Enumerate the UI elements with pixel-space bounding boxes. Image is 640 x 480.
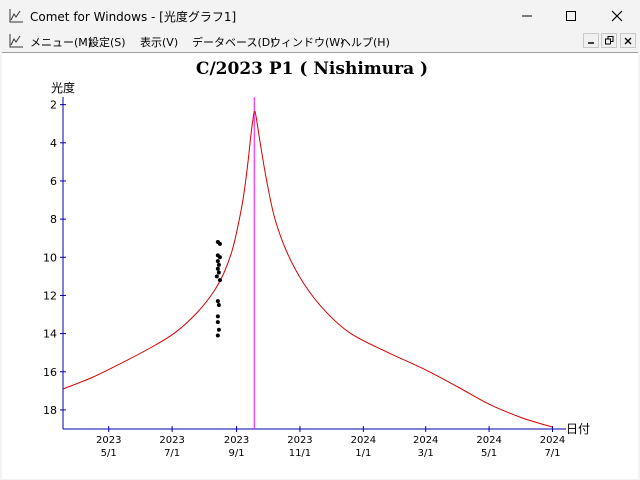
- x-tick-monthday: 5/1: [481, 448, 497, 459]
- maximize-button[interactable]: [548, 0, 594, 31]
- x-tick-monthday: 11/1: [289, 448, 311, 459]
- child-restore-button[interactable]: [601, 33, 617, 48]
- observation-point: [217, 278, 222, 283]
- minimize-icon: [588, 41, 594, 44]
- x-tick-monthday: 7/1: [544, 448, 560, 459]
- predicted-brightness-curve: [62, 110, 553, 428]
- y-axis-label: 光度: [51, 80, 75, 95]
- y-tick-label: 10: [43, 251, 57, 264]
- x-tick-year: 2023: [224, 435, 249, 446]
- title-bar: Comet for Windows - [光度グラフ1]: [0, 0, 640, 31]
- x-tick-year: 2023: [96, 435, 121, 446]
- observation-point: [215, 320, 220, 325]
- y-tick-label: 6: [50, 175, 57, 188]
- maximize-icon: [566, 10, 576, 21]
- observation-point: [216, 302, 221, 307]
- x-tick-year: 2023: [159, 435, 184, 446]
- child-minimize-button[interactable]: [583, 33, 599, 48]
- menu-item-database[interactable]: データベース(D): [192, 34, 275, 50]
- x-axis-label: 日付: [566, 422, 590, 436]
- restore-icon: [604, 36, 613, 45]
- x-tick-monthday: 3/1: [418, 448, 434, 459]
- observation-point: [216, 270, 221, 275]
- x-tick-monthday: 1/1: [355, 448, 371, 459]
- menu-bar: メニュー(M) 設定(S) 表示(V) データベース(D) ウィンドウ(W) ヘ…: [0, 31, 640, 51]
- y-tick-label: 4: [50, 137, 57, 150]
- x-tick-year: 2024: [413, 435, 438, 446]
- x-tick-year: 2024: [476, 435, 501, 446]
- child-close-button[interactable]: [620, 33, 636, 48]
- observation-point: [216, 262, 221, 267]
- menu-item-menu[interactable]: メニュー(M): [30, 34, 92, 50]
- y-tick-label: 18: [43, 404, 57, 417]
- y-tick-label: 12: [43, 289, 57, 302]
- minimize-button[interactable]: [504, 0, 550, 31]
- y-tick-label: 16: [43, 366, 57, 379]
- menu-item-window[interactable]: ウィンドウ(W): [270, 34, 344, 50]
- y-tick-label: 2: [50, 99, 57, 112]
- observation-point: [216, 327, 221, 332]
- window-title: Comet for Windows - [光度グラフ1]: [30, 10, 237, 24]
- x-tick-monthday: 5/1: [101, 448, 117, 459]
- x-tick-monthday: 9/1: [229, 448, 245, 459]
- observation-point: [215, 259, 220, 264]
- y-tick-label: 14: [43, 328, 57, 341]
- observation-point: [215, 333, 220, 338]
- menu-item-view[interactable]: 表示(V): [140, 34, 178, 50]
- observation-point: [215, 314, 220, 319]
- close-icon: [611, 10, 623, 21]
- brightness-chart: C/2023 P1 ( Nishimura ) 光度 日付 2 4 6 8 10 12 14…: [43, 59, 590, 459]
- y-tick-label: 8: [50, 213, 57, 226]
- observation-point: [214, 274, 219, 279]
- observation-point: [217, 255, 222, 260]
- x-tick-year: 2024: [351, 435, 376, 446]
- observation-point: [217, 241, 222, 246]
- chart-icon[interactable]: [8, 8, 24, 24]
- x-tick-monthday: 7/1: [164, 448, 180, 459]
- document-chart-icon[interactable]: [8, 33, 24, 49]
- observation-point: [215, 266, 220, 271]
- minimize-icon: [522, 15, 532, 16]
- x-tick-year: 2024: [540, 435, 565, 446]
- x-tick-year: 2023: [287, 435, 312, 446]
- observation-point: [215, 299, 220, 304]
- close-icon: [624, 37, 632, 44]
- menu-item-settings[interactable]: 設定(S): [88, 34, 126, 50]
- close-button[interactable]: [594, 0, 640, 31]
- menu-item-help[interactable]: ヘルプ(H): [340, 34, 390, 50]
- chart-title: C/2023 P1 ( Nishimura ): [196, 59, 428, 79]
